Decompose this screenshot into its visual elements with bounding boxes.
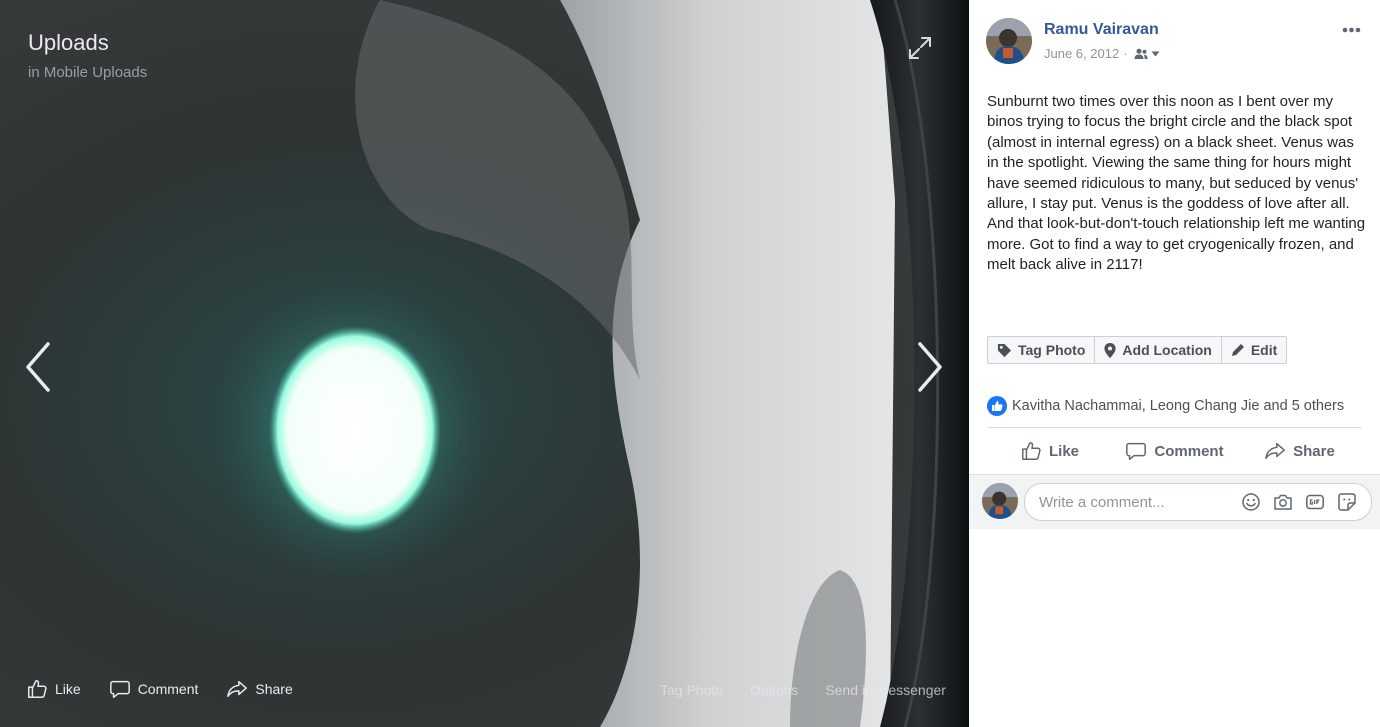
post-meta: June 6, 2012 · [1044,46,1160,61]
like-reaction-icon [987,396,1007,416]
emoji-icon[interactable] [1241,492,1261,512]
add-location-button[interactable]: Add Location [1095,337,1222,363]
comment-box [1024,483,1372,521]
thumbs-up-icon [28,680,47,698]
avatar-image [986,18,1032,64]
photo-action-bar: Like Comment Share [26,678,293,700]
chevron-down-icon [1151,51,1160,56]
album-subtitle[interactable]: in Mobile Uploads [28,64,147,81]
tag-photo-button[interactable]: Tag Photo [988,337,1096,363]
photo-tools-bar: Tag Photo Add Location Edit [987,336,1288,364]
photo-share-label: Share [255,681,293,697]
viewer-avatar[interactable] [982,483,1018,519]
comment-input[interactable] [1039,484,1229,520]
like-button[interactable]: Like [987,430,1112,472]
friends-icon [1134,48,1148,59]
tag-icon [997,343,1012,357]
post-date[interactable]: June 6, 2012 [1044,46,1119,61]
photo-options-bar: Tag Photo Options Send in Messenger [660,682,946,698]
send-in-messenger-link[interactable]: Send in Messenger [825,682,946,698]
reactions-summary[interactable]: Kavitha Nachammai, Leong Chang Jie and 5… [987,396,1344,416]
audience-selector[interactable] [1134,48,1160,60]
share-arrow-icon [1265,442,1286,460]
share-arrow-icon [227,680,248,698]
pencil-icon [1231,344,1244,356]
photo-like-button[interactable]: Like [26,678,81,700]
comment-button[interactable]: Comment [1112,430,1237,472]
tag-photo-label: Tag Photo [1018,342,1086,358]
photo-like-label: Like [55,681,81,697]
photo-share-button[interactable]: Share [226,678,293,700]
reactions-text: Kavitha Nachammai, Leong Chang Jie and 5… [1012,398,1345,414]
tag-photo-link[interactable]: Tag Photo [660,682,723,698]
author-name[interactable]: Ramu Vairavan [1044,21,1159,39]
avatar-image [982,483,1018,519]
sticker-icon[interactable] [1337,492,1357,512]
expand-icon[interactable] [906,34,934,62]
edit-label: Edit [1250,342,1278,358]
options-link[interactable]: Options [750,682,798,698]
photo-viewer: Uploads in Mobile Uploads Like Comment S… [0,0,969,727]
add-location-label: Add Location [1122,342,1212,358]
next-photo-icon[interactable] [912,340,946,394]
edit-button[interactable]: Edit [1222,337,1286,363]
like-label: Like [1048,442,1079,460]
comment-tools [1241,492,1357,512]
photo-comment-label: Comment [137,681,199,697]
album-title[interactable]: Uploads [28,30,109,56]
thumbs-up-icon [1022,442,1041,460]
share-label: Share [1293,442,1335,460]
comment-bubble-icon [109,680,130,698]
photo-comment-button[interactable]: Comment [109,678,199,700]
post-caption: Sunburnt two times over this noon as I b… [987,93,1366,274]
location-pin-icon [1104,342,1117,358]
post-action-bar: Like Comment Share [987,430,1362,472]
photo [0,0,969,727]
divider [987,427,1362,428]
meta-separator: · [1123,46,1128,61]
previous-photo-icon[interactable] [22,340,56,394]
share-button[interactable]: Share [1237,430,1362,472]
comment-bubble-icon [1126,442,1147,460]
camera-icon[interactable] [1273,492,1293,512]
gif-icon[interactable] [1305,492,1325,512]
comment-label: Comment [1154,442,1224,460]
more-options-icon[interactable] [1338,20,1366,40]
author-avatar[interactable] [986,18,1032,64]
